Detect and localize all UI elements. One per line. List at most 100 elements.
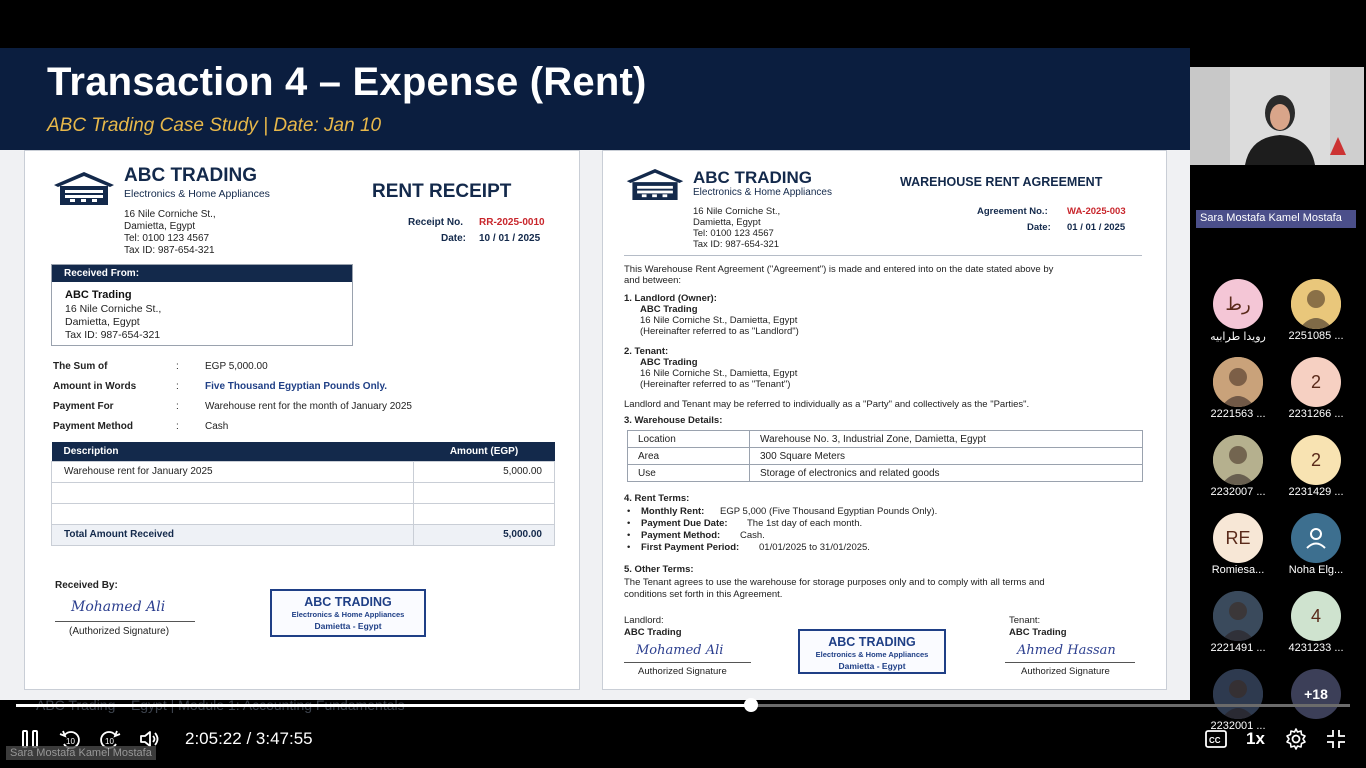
landlord-sig-caption: Authorized Signature (638, 666, 727, 677)
time-display: 2:05:22 / 3:47:55 (185, 729, 313, 749)
participant-tile[interactable]: 2232001 ... (1203, 669, 1273, 732)
field-colon: : (176, 381, 179, 392)
video-player: Transaction 4 – Expense (Rent) ABC Tradi… (0, 0, 1366, 768)
participant-name: 2251085 ... (1288, 330, 1344, 342)
participant-tile[interactable]: 2221491 ... (1203, 591, 1273, 654)
receipt-date: 10 / 01 / 2025 (479, 233, 541, 244)
company-tel: Tel: 0100 123 4567 (124, 233, 210, 244)
row-description: Warehouse rent for January 2025 (51, 460, 414, 483)
avatar (1213, 669, 1263, 719)
agreement-no-label: Agreement No.: (977, 206, 1048, 217)
receipt-no-label: Receipt No. (408, 217, 464, 228)
presenter-name-label: Sara Mostafa Kamel Mostafa (1196, 210, 1356, 228)
participant-tile[interactable]: 2221563 ... (1203, 357, 1273, 420)
avatar-initials: رط (1225, 293, 1251, 314)
participant-tile[interactable]: RE Romiesa... (1203, 513, 1273, 576)
detail-value: Storage of electronics and related goods (749, 464, 1143, 482)
participant-tile[interactable]: رط رويدا طرابيه (1203, 279, 1273, 343)
received-from-taxid: Tax ID: 987-654-321 (65, 329, 161, 341)
stamp-line-3: Damietta - Egypt (838, 661, 906, 671)
receipt-table: Description Amount (EGP) Warehouse rent … (51, 442, 555, 546)
participant-tile[interactable]: 2232007 ... (1203, 435, 1273, 498)
landlord-name: ABC Trading (640, 304, 698, 315)
current-time: 2:05:22 (185, 729, 242, 748)
detail-key: Area (627, 447, 750, 465)
company-taxid: Tax ID: 987-654-321 (693, 239, 780, 250)
time-separator: / (241, 729, 256, 748)
detail-key: Location (627, 430, 750, 448)
total-time: 3:47:55 (255, 729, 313, 748)
company-taxid: Tax ID: 987-654-321 (124, 245, 215, 256)
participant-tile[interactable]: 4 4231233 ... (1281, 591, 1351, 654)
avatar: 2 (1291, 357, 1341, 407)
landlord-sign-name: ABC Trading (624, 627, 682, 638)
received-by-label: Received By: (55, 580, 118, 591)
exit-fullscreen-button[interactable] (1323, 726, 1349, 752)
avatar (1213, 357, 1263, 407)
presenter-video[interactable] (1190, 67, 1364, 165)
field-label: Payment Method (53, 421, 134, 432)
receipt-date-label: Date: (441, 233, 467, 244)
participant-tile[interactable]: 2 2231429 ... (1281, 435, 1351, 498)
field-label: Payment For (53, 401, 114, 412)
table-row: Area 300 Square Meters (627, 447, 1143, 465)
participant-name: Romiesa... (1211, 564, 1265, 576)
settings-button[interactable] (1283, 726, 1309, 752)
intro-line-1: This Warehouse Rent Agreement ("Agreemen… (624, 264, 1054, 275)
participant-photo (1213, 357, 1263, 407)
agreement-heading: WAREHOUSE RENT AGREEMENT (900, 175, 1103, 189)
avatar (1213, 591, 1263, 641)
table-header-row: Description Amount (EGP) (51, 442, 555, 461)
term-value: EGP 5,000 (Five Thousand Egyptian Pounds… (720, 506, 938, 517)
participant-photo (1213, 591, 1263, 641)
table-row-empty (51, 481, 555, 504)
speaker-name-overlay: Sara Mostafa Kamel Mostafa (6, 746, 156, 760)
bullet-icon: • (627, 530, 631, 541)
detail-value: Warehouse No. 3, Industrial Zone, Damiet… (749, 430, 1143, 448)
warehouse-logo-icon (624, 168, 686, 200)
avatar: 2 (1291, 435, 1341, 485)
term-key: First Payment Period: (641, 542, 740, 553)
company-address-1: 16 Nile Corniche St., (124, 209, 216, 220)
company-address-2: Damietta, Egypt (693, 217, 761, 228)
participant-tile[interactable]: 2251085 ... (1281, 279, 1351, 342)
landlord-sign-label: Landlord: (624, 615, 664, 626)
field-label: Amount in Words (53, 381, 137, 392)
company-tagline: Electronics & Home Appliances (693, 187, 832, 198)
playback-speed-button[interactable]: 1x (1246, 729, 1265, 749)
parties-text: Landlord and Tenant may be referred to i… (624, 399, 1030, 410)
terms-heading: 4. Rent Terms: (624, 493, 690, 504)
received-from-address-1: 16 Nile Corniche St., (65, 303, 162, 315)
progress-fill (16, 704, 751, 707)
avatar: +18 (1291, 669, 1341, 719)
captions-button[interactable]: CC (1203, 726, 1229, 752)
tenant-reference: (Hereinafter referred to as "Tenant") (640, 379, 791, 390)
exit-fullscreen-icon (1327, 730, 1345, 748)
more-participants-button[interactable]: +18 (1281, 669, 1351, 719)
landlord-heading: 1. Landlord (Owner): (624, 293, 717, 304)
other-terms-heading: 5. Other Terms: (624, 564, 694, 575)
received-from-box: Received From: ABC Trading 16 Nile Corni… (51, 264, 353, 346)
avatar-initials: 4 (1310, 605, 1321, 626)
received-from-name: ABC Trading (65, 289, 132, 301)
participant-name: 2231266 ... (1288, 408, 1344, 420)
other-terms-line-1: The Tenant agrees to use the warehouse f… (624, 577, 1045, 588)
landlord-signature: Mohamed Ali (636, 643, 724, 658)
slide-subtitle: ABC Trading Case Study | Date: Jan 10 (47, 115, 382, 136)
stamp-line-1: ABC TRADING (828, 635, 916, 649)
participant-tile[interactable]: Noha Elg... (1281, 513, 1351, 576)
avatar-initials: +18 (1304, 686, 1328, 702)
progress-knob[interactable] (744, 698, 758, 712)
field-label: The Sum of (53, 361, 108, 372)
bullet-icon: • (627, 518, 631, 529)
field-value: EGP 5,000.00 (205, 361, 268, 372)
other-terms-line-2: conditions set forth in this Agreement. (624, 589, 783, 600)
field-colon: : (176, 421, 179, 432)
tenant-sign-label: Tenant: (1009, 615, 1041, 626)
term-value: The 1st day of each month. (747, 518, 863, 529)
company-address-1: 16 Nile Corniche St., (693, 206, 781, 217)
participant-tile[interactable]: 2 2231266 ... (1281, 357, 1351, 420)
agreement-number: WA-2025-003 (1067, 206, 1126, 217)
svg-text:10: 10 (105, 737, 114, 746)
tenant-address: 16 Nile Corniche St., Damietta, Egypt (640, 368, 798, 379)
